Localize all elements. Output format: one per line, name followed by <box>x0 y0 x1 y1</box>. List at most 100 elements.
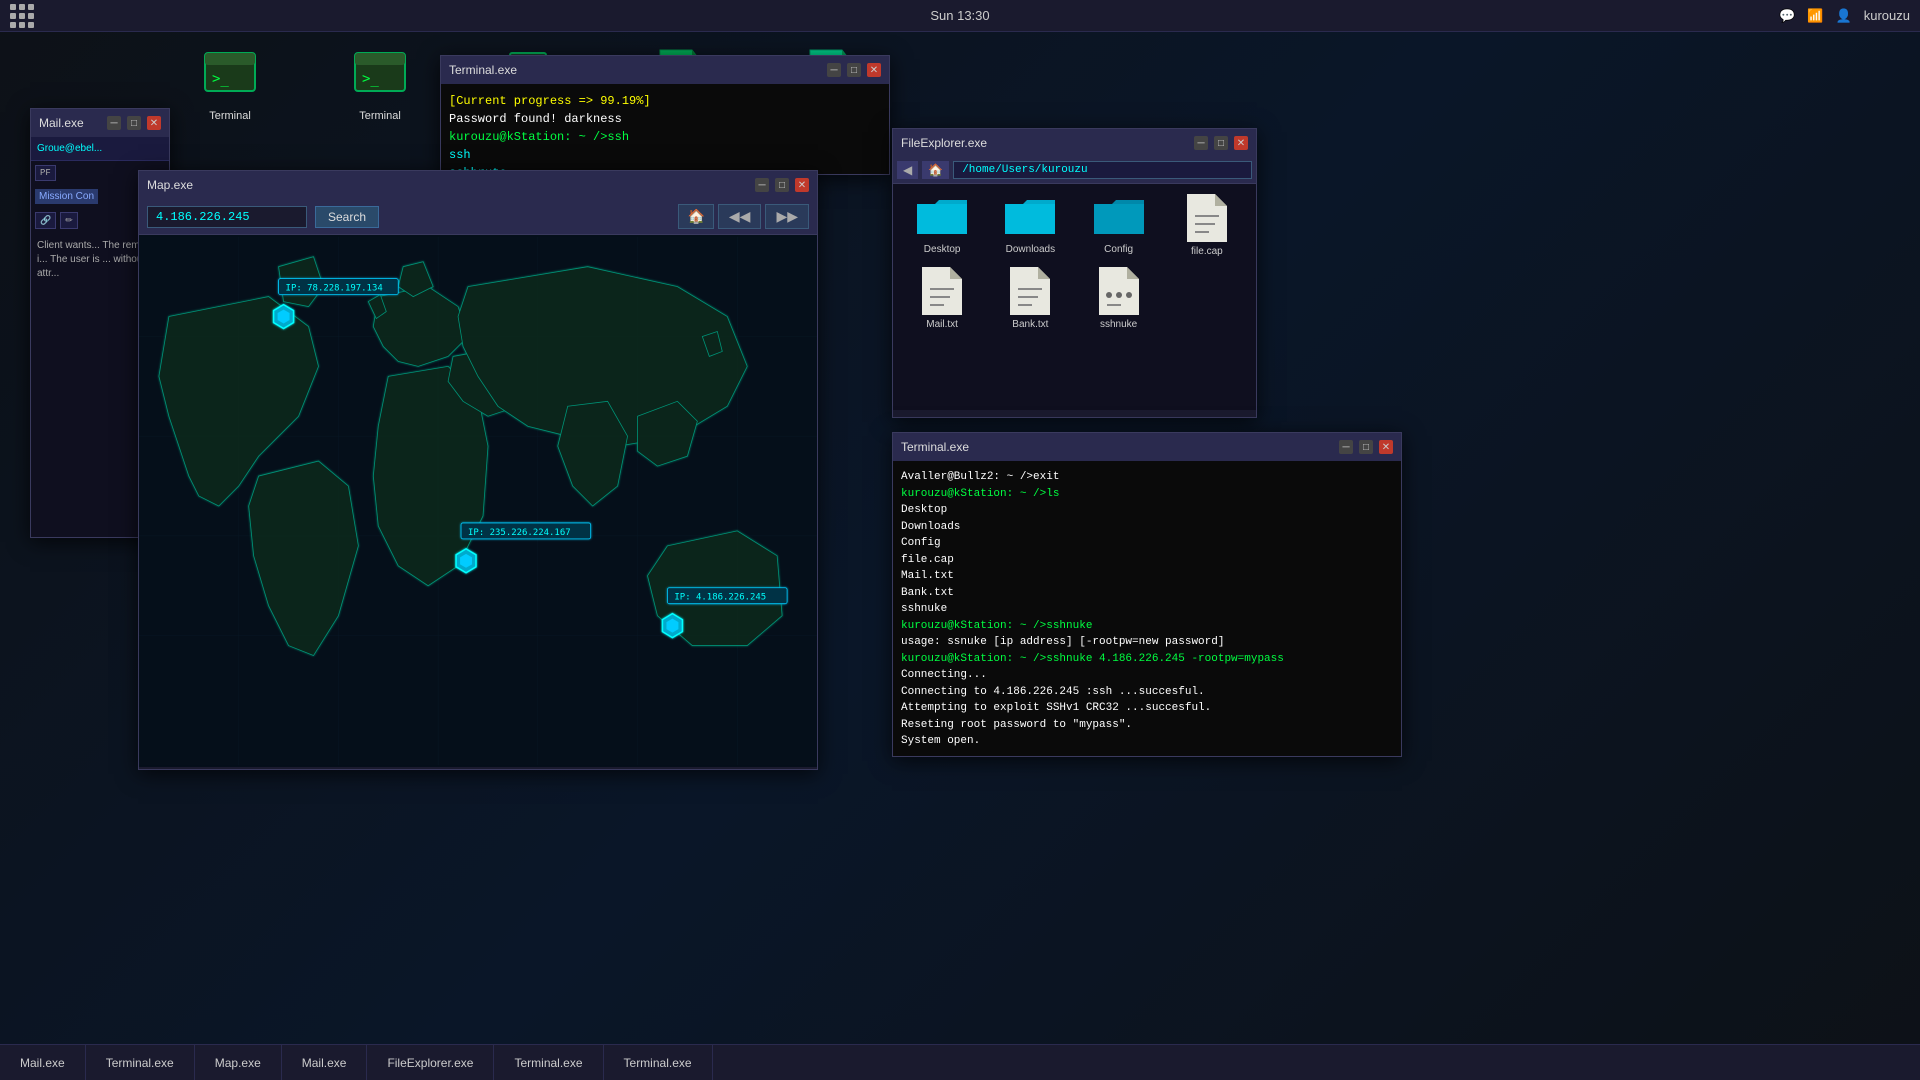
folder-downloads-icon <box>1005 194 1055 240</box>
mail-titlebar[interactable]: Mail.exe ─ □ ✕ <box>31 109 169 137</box>
explorer-close[interactable]: ✕ <box>1234 136 1248 150</box>
terminal2-close[interactable]: ✕ <box>1379 440 1393 454</box>
map-close[interactable]: ✕ <box>795 178 809 192</box>
explorer-titlebar[interactable]: FileExplorer.exe ─ □ ✕ <box>893 129 1256 157</box>
doc-mailtxt-icon <box>922 267 962 315</box>
terminal1-line1: [Current progress => 99.19%] <box>449 92 881 110</box>
t2-l13: Connecting... <box>901 667 1393 684</box>
map-back-btn[interactable]: ◀◀ <box>718 204 762 229</box>
taskbar-mail-exe[interactable]: Mail.exe <box>0 1045 86 1080</box>
terminal1-titlebar[interactable]: Terminal.exe ─ □ ✕ <box>441 56 889 84</box>
explorer-path-input[interactable] <box>953 161 1252 179</box>
explorer-body: Desktop Downloads Config <box>893 184 1256 410</box>
desktop-icon-label: Terminal <box>209 110 251 122</box>
explorer-navbar: ◀ 🏠 <box>893 157 1256 184</box>
file-item-filecap[interactable]: file.cap <box>1168 194 1246 257</box>
map-ip-input[interactable] <box>147 206 307 228</box>
explorer-window: FileExplorer.exe ─ □ ✕ ◀ 🏠 Desktop <box>892 128 1257 418</box>
user-icon: 👤 <box>1836 8 1852 24</box>
mail-edit-btn[interactable]: ✏ <box>60 212 78 229</box>
terminal2-title: Terminal.exe <box>901 440 969 454</box>
svg-text:>_: >_ <box>362 71 379 87</box>
apps-grid-icon[interactable] <box>10 4 34 28</box>
file-item-config[interactable]: Config <box>1080 194 1158 257</box>
terminal2-window: Terminal.exe ─ □ ✕ Avaller@Bullz2: ~ />e… <box>892 432 1402 757</box>
terminal2-titlebar[interactable]: Terminal.exe ─ □ ✕ <box>893 433 1401 461</box>
map-title: Map.exe <box>147 178 193 192</box>
t2-l6: file.cap <box>901 552 1393 569</box>
desktop: Sun 13:30 💬 📶 👤 kurouzu >_ Terminal >_ <box>0 0 1920 1080</box>
taskbar-top-left <box>10 4 34 28</box>
mail-close-btn[interactable]: ✕ <box>147 116 161 130</box>
terminal1-minimize[interactable]: ─ <box>827 63 841 77</box>
mail-header: Groue@ebel... <box>31 137 169 161</box>
file-label-filecap: file.cap <box>1191 246 1223 257</box>
t2-l8: Bank.txt <box>901 585 1393 602</box>
map-forward-btn[interactable]: ▶▶ <box>765 204 809 229</box>
map-maximize[interactable]: □ <box>775 178 789 192</box>
explorer-home-btn[interactable]: 🏠 <box>922 161 949 179</box>
system-clock: Sun 13:30 <box>930 8 989 23</box>
file-item-downloads[interactable]: Downloads <box>991 194 1069 257</box>
explorer-minimize[interactable]: ─ <box>1194 136 1208 150</box>
mail-link-btn[interactable]: 🔗 <box>35 212 56 229</box>
doc-filecap-icon <box>1187 194 1227 242</box>
explorer-controls: ─ □ ✕ <box>1194 136 1248 150</box>
t2-l3: Desktop <box>901 502 1393 519</box>
folder-config-icon <box>1094 194 1144 240</box>
map-controls: ─ □ ✕ <box>755 178 809 192</box>
t2-l14: Connecting to 4.186.226.245 :ssh ...succ… <box>901 684 1393 701</box>
file-item-sshnuke[interactable]: sshnuke <box>1080 267 1158 330</box>
taskbar-terminal-exe-3[interactable]: Terminal.exe <box>604 1045 713 1080</box>
map-body: IP: 78.228.197.134 IP: 235.226.224.167 I… <box>139 235 817 767</box>
map-titlebar[interactable]: Map.exe ─ □ ✕ <box>139 171 817 199</box>
terminal1-body[interactable]: [Current progress => 99.19%] Password fo… <box>441 84 889 174</box>
explorer-maximize[interactable]: □ <box>1214 136 1228 150</box>
t2-l1: Avaller@Bullz2: ~ />exit <box>901 469 1393 486</box>
file-item-mailtxt[interactable]: Mail.txt <box>903 267 981 330</box>
chat-icon[interactable]: 💬 <box>1779 8 1795 24</box>
mail-maximize-btn[interactable]: □ <box>127 116 141 130</box>
t2-l16: Reseting root password to "mypass". <box>901 717 1393 734</box>
t2-l12: kurouzu@kStation: ~ />sshnuke 4.186.226.… <box>901 651 1393 668</box>
svg-text:IP: 78.228.197.134: IP: 78.228.197.134 <box>286 284 383 294</box>
mail-title: Mail.exe <box>39 116 84 130</box>
map-home-btn[interactable]: 🏠 <box>678 204 713 229</box>
map-minimize[interactable]: ─ <box>755 178 769 192</box>
terminal2-maximize[interactable]: □ <box>1359 440 1373 454</box>
doc-sshnuke-icon <box>1099 267 1139 315</box>
mail-minimize-btn[interactable]: ─ <box>107 116 121 130</box>
svg-text:IP: 4.186.226.245: IP: 4.186.226.245 <box>674 593 766 603</box>
desktop-icon-terminal1[interactable]: >_ Terminal <box>200 45 260 122</box>
terminal1-close[interactable]: ✕ <box>867 63 881 77</box>
t2-l10: kurouzu@kStation: ~ />sshnuke <box>901 618 1393 635</box>
mail-folder-btn[interactable]: PF <box>35 165 56 181</box>
map-toolbar: Search 🏠 ◀◀ ▶▶ <box>139 199 817 235</box>
file-item-banktxt[interactable]: Bank.txt <box>991 267 1069 330</box>
doc-banktxt-icon <box>1010 267 1050 315</box>
taskbar-terminal-exe-1[interactable]: Terminal.exe <box>86 1045 195 1080</box>
terminal2-controls: ─ □ ✕ <box>1339 440 1393 454</box>
terminal1-maximize[interactable]: □ <box>847 63 861 77</box>
mail-mission-nav[interactable]: Mission Con <box>35 189 98 204</box>
terminal2-minimize[interactable]: ─ <box>1339 440 1353 454</box>
explorer-title: FileExplorer.exe <box>901 136 987 150</box>
file-label-banktxt: Bank.txt <box>1012 319 1048 330</box>
taskbar-map-exe[interactable]: Map.exe <box>195 1045 282 1080</box>
map-window: Map.exe ─ □ ✕ Search 🏠 ◀◀ ▶▶ <box>138 170 818 770</box>
taskbar-fileexplorer-exe[interactable]: FileExplorer.exe <box>367 1045 494 1080</box>
taskbar-top: Sun 13:30 💬 📶 👤 kurouzu <box>0 0 1920 32</box>
t2-l15: Attempting to exploit SSHv1 CRC32 ...suc… <box>901 700 1393 717</box>
file-item-desktop[interactable]: Desktop <box>903 194 981 257</box>
terminal2-body[interactable]: Avaller@Bullz2: ~ />exit kurouzu@kStatio… <box>893 461 1401 756</box>
map-search-btn[interactable]: Search <box>315 206 379 228</box>
explorer-back-btn[interactable]: ◀ <box>897 161 918 179</box>
taskbar-terminal-exe-2[interactable]: Terminal.exe <box>494 1045 603 1080</box>
file-label-config: Config <box>1104 244 1133 255</box>
taskbar-top-right: 💬 📶 👤 kurouzu <box>1779 8 1910 24</box>
taskbar-mail-exe-2[interactable]: Mail.exe <box>282 1045 368 1080</box>
svg-text:>_: >_ <box>212 71 229 87</box>
desktop-icon-terminal2[interactable]: >_ Terminal <box>350 45 410 122</box>
t2-l18 <box>901 750 1393 757</box>
file-label-desktop: Desktop <box>924 244 961 255</box>
